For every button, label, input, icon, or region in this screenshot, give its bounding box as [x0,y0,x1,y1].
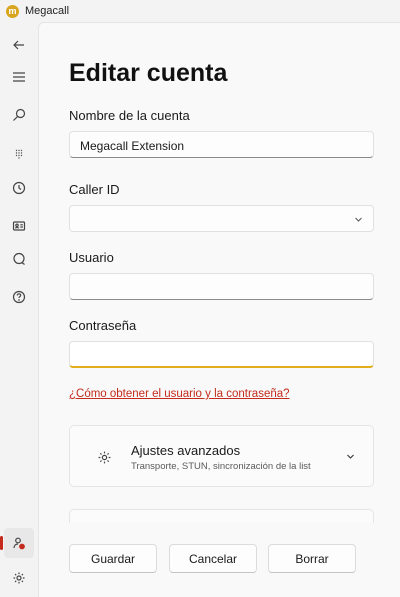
chevron-down-icon [355,217,362,222]
contacts-button[interactable] [4,211,34,241]
advanced-settings-expander[interactable]: Ajustes avanzados Transporte, STUN, sinc… [69,425,374,487]
delete-button[interactable]: Borrar [268,544,356,573]
settings-button[interactable] [4,563,34,593]
menu-icon [13,72,25,82]
cancel-button[interactable]: Cancelar [169,544,257,573]
history-button[interactable] [4,173,34,203]
dialpad-icon [15,149,23,159]
help-icon [12,290,26,304]
caller-id-label: Caller ID [69,182,120,197]
account-name-input[interactable]: Megacall Extension [69,131,374,158]
account-name-label: Nombre de la cuenta [69,108,190,123]
history-icon [12,181,26,195]
help-credentials-link[interactable]: ¿Cómo obtener el usuario y la contraseña… [69,388,290,400]
account-button[interactable] [0,528,34,558]
account-name-value: Megacall Extension [80,139,185,153]
user-input[interactable] [69,273,374,300]
chat-button[interactable] [4,244,34,274]
contact-card-icon [12,221,26,231]
chevron-down-icon [347,454,354,459]
app-logo: m [6,4,19,18]
chat-icon [13,252,25,265]
nav-rail [0,22,38,597]
page-title: Editar cuenta [69,59,228,87]
advanced-settings-title: Ajustes avanzados [131,443,241,458]
edit-account-page: Editar cuenta Nombre de la cuenta Megaca… [38,22,400,597]
next-settings-card [69,509,374,523]
password-label: Contraseña [69,318,137,333]
settings-icon [98,451,111,464]
account-icon [13,537,25,550]
user-label: Usuario [69,250,114,265]
search-button[interactable] [4,100,34,130]
help-button[interactable] [4,282,34,312]
back-button[interactable] [4,30,34,60]
save-button[interactable]: Guardar [69,544,157,573]
search-icon [13,108,26,121]
dialpad-button[interactable] [4,139,34,169]
settings-icon [13,572,25,584]
back-icon [13,40,24,50]
password-input[interactable] [69,341,374,368]
title-bar: m Megacall [0,0,400,22]
app-title: Megacall [25,5,70,17]
advanced-settings-subtitle: Transporte, STUN, sincronización de la l… [131,461,311,472]
menu-button[interactable] [4,62,34,92]
active-indicator [0,536,3,550]
caller-id-select[interactable] [69,205,374,232]
